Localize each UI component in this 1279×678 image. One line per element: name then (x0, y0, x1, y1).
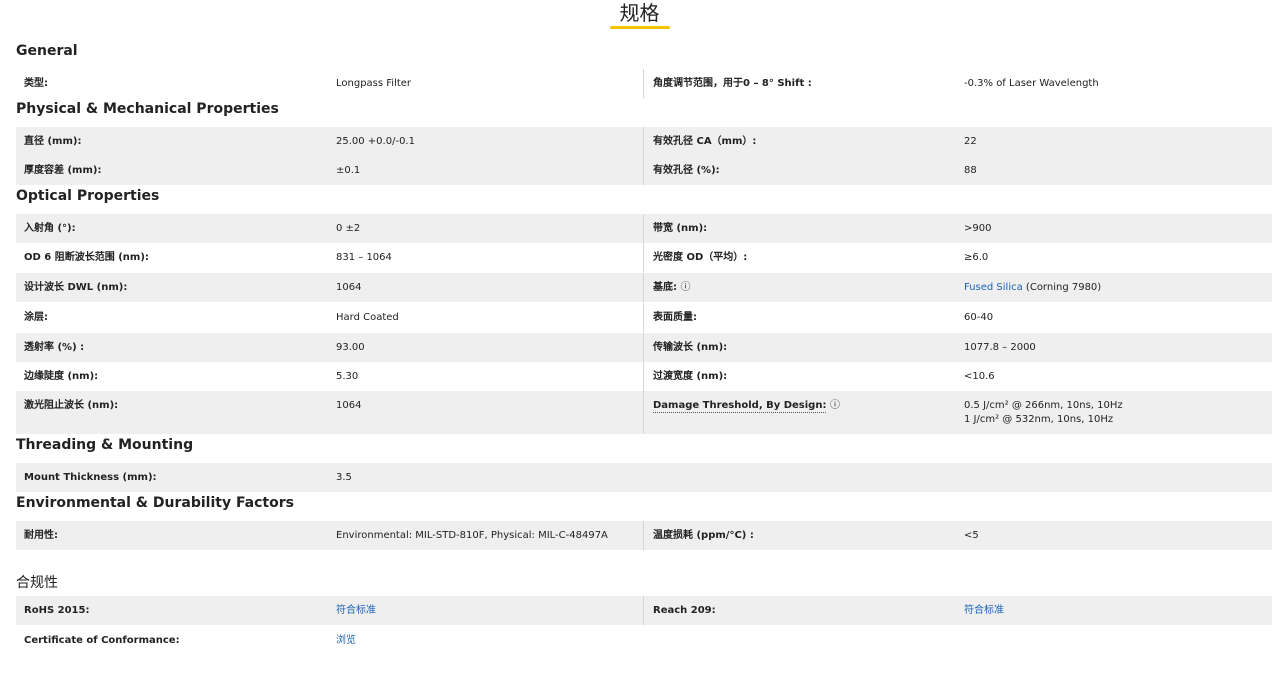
spec-row-mount-thickness: Mount Thickness (mm): 3.5 (16, 463, 1272, 492)
section-general-heading: General (16, 43, 78, 59)
title-underline (609, 26, 670, 29)
coating-label: 涂层: (24, 312, 48, 323)
transmission-value: 93.00 (336, 342, 365, 353)
transition-width-value: <10.6 (964, 371, 995, 382)
durability-value: Environmental: MIL-STD-810F, Physical: M… (336, 530, 608, 541)
substrate-link[interactable]: Fused Silica (964, 282, 1023, 293)
damage-threshold-label-text[interactable]: Damage Threshold, By Design: (653, 400, 827, 413)
column-divider (643, 521, 644, 550)
spec-row-certificate: Certificate of Conformance: 浏览 (16, 626, 1272, 655)
certificate-view-link[interactable]: 浏览 (336, 626, 356, 655)
aoi-label: 入射角 (°): (24, 223, 76, 234)
thickness-tolerance-value: ±0.1 (336, 165, 361, 176)
column-divider (643, 127, 644, 156)
column-divider (643, 214, 644, 243)
clear-aperture-pct-label: 有效孔径 (%): (653, 165, 720, 176)
clear-aperture-label: 有效孔径 CA（mm）: (653, 136, 757, 147)
spec-row-thickness-tolerance: 厚度容差 (mm): ±0.1 有效孔径 (%): 88 (16, 156, 1272, 185)
type-label: 类型: (24, 78, 48, 89)
column-divider (643, 69, 644, 98)
spec-row-dwl: 设计波长 DWL (nm): 1064 基底: ⓘ Fused Silica (… (16, 273, 1272, 302)
clear-aperture-pct-value: 88 (964, 165, 977, 176)
optical-density-value: ≥6.0 (964, 252, 989, 263)
spec-row-aoi: 入射角 (°): 0 ±2 带宽 (nm): >900 (16, 214, 1272, 243)
spec-row-coating: 涂层: Hard Coated 表面质量: 60-40 (16, 303, 1272, 332)
reach-compliant-link[interactable]: 符合标准 (964, 596, 1004, 625)
spec-row-rohs: RoHS 2015: 符合标准 Reach 209: 符合标准 (16, 596, 1272, 625)
substrate-value: Fused Silica (Corning 7980) (964, 273, 1101, 302)
laser-blocking-value: 1064 (336, 400, 362, 411)
bandwidth-label: 带宽 (nm): (653, 223, 708, 234)
spec-row-edge-steepness: 边缘陡度 (nm): 5.30 过渡宽度 (nm): <10.6 (16, 362, 1272, 391)
section-physical-heading: Physical & Mechanical Properties (16, 101, 279, 117)
transition-width-label: 过渡宽度 (nm): (653, 371, 728, 382)
column-divider (643, 243, 644, 272)
section-environmental-heading: Environmental & Durability Factors (16, 495, 294, 511)
thickness-tolerance-label: 厚度容差 (mm): (24, 165, 102, 176)
damage-threshold-value: 0.5 J/cm² @ 266nm, 10ns, 10Hz 1 J/cm² @ … (964, 391, 1123, 427)
temperature-loss-label: 温度损耗 (ppm/°C) : (653, 530, 754, 541)
spec-row-od6-range: OD 6 阻断波长范围 (nm): 831 – 1064 光密度 OD（平均）:… (16, 243, 1272, 272)
type-value: Longpass Filter (336, 78, 412, 89)
dwl-value: 1064 (336, 282, 362, 293)
transmission-wavelength-label: 传输波长 (nm): (653, 342, 728, 353)
temperature-loss-value: <5 (964, 530, 979, 541)
column-divider (643, 391, 644, 434)
section-compliance-heading: 合规性 (16, 575, 58, 591)
spec-row-transmission: 透射率 (%) : 93.00 传输波长 (nm): 1077.8 – 2000 (16, 333, 1272, 362)
rohs-compliant-link[interactable]: 符合标准 (336, 596, 376, 625)
od6-range-value: 831 – 1064 (336, 252, 392, 263)
spec-row-laser-blocking: 激光阻止波长 (nm): 1064 Damage Threshold, By D… (16, 391, 1272, 434)
info-icon[interactable]: ⓘ (680, 282, 690, 293)
certificate-label: Certificate of Conformance: (24, 635, 180, 646)
transmission-wavelength-value: 1077.8 – 2000 (964, 342, 1036, 353)
transmission-label: 透射率 (%) : (24, 342, 85, 353)
diameter-value: 25.00 +0.0/-0.1 (336, 136, 415, 147)
section-threading-heading: Threading & Mounting (16, 437, 194, 453)
bandwidth-value: >900 (964, 223, 992, 234)
edge-steepness-value: 5.30 (336, 371, 359, 382)
damage-threshold-label: Damage Threshold, By Design: ⓘ (653, 391, 840, 420)
surface-quality-label: 表面质量: (653, 312, 697, 323)
od6-range-label: OD 6 阻断波长范围 (nm): (24, 252, 149, 263)
mount-thickness-value: 3.5 (336, 472, 352, 483)
laser-blocking-label: 激光阻止波长 (nm): (24, 400, 119, 411)
mount-thickness-label: Mount Thickness (mm): (24, 472, 157, 483)
dwl-label: 设计波长 DWL (nm): (24, 282, 128, 293)
surface-quality-value: 60-40 (964, 312, 994, 323)
column-divider (643, 596, 644, 625)
column-divider (643, 362, 644, 391)
damage-threshold-value-line1: 0.5 J/cm² @ 266nm, 10ns, 10Hz (964, 400, 1123, 411)
edge-steepness-label: 边缘陡度 (nm): (24, 371, 99, 382)
aoi-value: 0 ±2 (336, 223, 361, 234)
title-wrap: 规格 (0, 0, 1279, 29)
column-divider (643, 333, 644, 362)
coating-value: Hard Coated (336, 312, 399, 323)
optical-density-label: 光密度 OD（平均）: (653, 252, 748, 263)
clear-aperture-value: 22 (964, 136, 977, 147)
spec-row-durability: 耐用性: Environmental: MIL-STD-810F, Physic… (16, 521, 1272, 550)
substrate-value-text: (Corning 7980) (1022, 282, 1102, 293)
angle-shift-label: 角度调节范围，用于0 – 8° Shift : (653, 78, 812, 89)
section-optical-heading: Optical Properties (16, 188, 160, 204)
angle-shift-value: -0.3% of Laser Wavelength (964, 78, 1099, 89)
spec-row-type: 类型: Longpass Filter 角度调节范围，用于0 – 8° Shif… (16, 69, 1272, 98)
substrate-label: 基底: ⓘ (653, 273, 690, 302)
column-divider (643, 273, 644, 302)
reach-label: Reach 209: (653, 605, 716, 616)
column-divider (643, 156, 644, 185)
durability-label: 耐用性: (24, 530, 58, 541)
specifications-page: 规格 General 类型: Longpass Filter 角度调节范围，用于… (0, 0, 1279, 678)
rohs-label: RoHS 2015: (24, 605, 90, 616)
diameter-label: 直径 (mm): (24, 136, 82, 147)
info-icon[interactable]: ⓘ (830, 400, 840, 411)
column-divider (643, 303, 644, 332)
page-title-text: 规格 (619, 1, 660, 25)
page-title: 规格 (609, 1, 670, 29)
damage-threshold-value-line2: 1 J/cm² @ 532nm, 10ns, 10Hz (964, 414, 1114, 425)
spec-row-diameter: 直径 (mm): 25.00 +0.0/-0.1 有效孔径 CA（mm）: 22 (16, 127, 1272, 156)
substrate-label-text: 基底: (653, 282, 677, 293)
